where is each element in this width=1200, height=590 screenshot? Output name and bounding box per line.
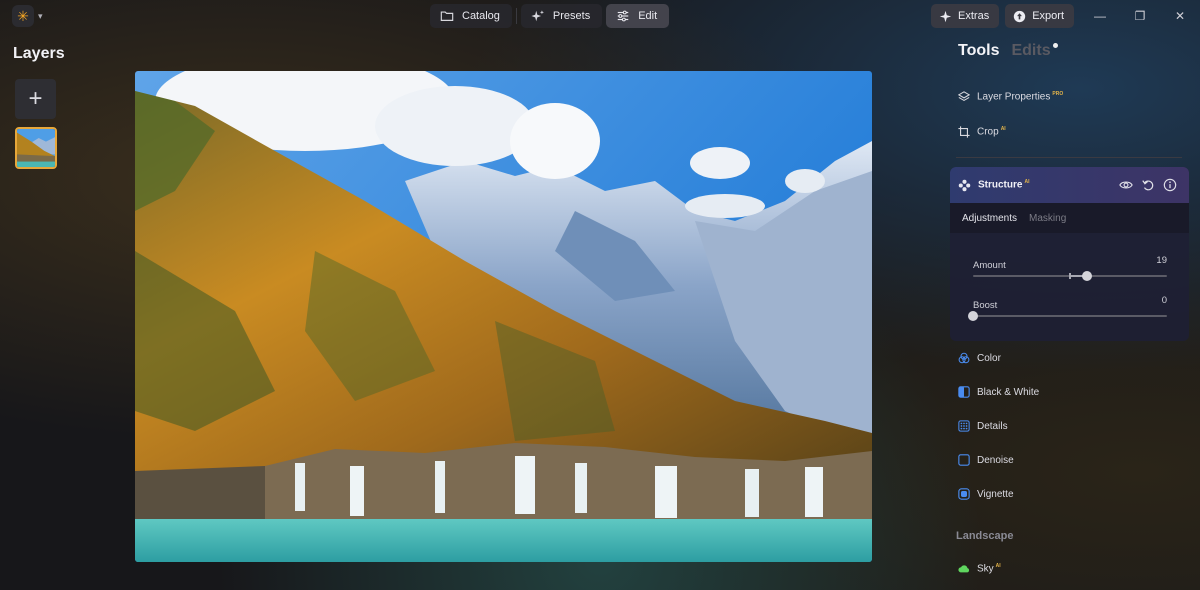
amount-center-tick [1069, 273, 1071, 279]
top-right-actions: Extras Export — ❐ ✕ [931, 4, 1200, 28]
layer-properties-label: Layer Properties [977, 91, 1051, 103]
amount-value[interactable]: 19 [1156, 255, 1167, 266]
presets-label: Presets [552, 10, 591, 22]
grid-dots-icon [958, 420, 970, 432]
sky-label: Sky [977, 563, 994, 575]
mode-nav: Catalog Presets Edit [430, 4, 670, 28]
sliders-icon [617, 10, 629, 22]
visibility-toggle[interactable] [1115, 174, 1137, 196]
black-white-label: Black & White [977, 386, 1040, 398]
pro-badge: PRO [1052, 91, 1064, 98]
folder-icon [440, 11, 454, 21]
landscape-section-title: Landscape [956, 530, 1014, 542]
chevron-down-icon: ▾ [38, 10, 43, 21]
tool-color[interactable]: Color [958, 348, 1001, 368]
vignette-icon [958, 488, 970, 500]
crop-label: Crop [977, 126, 999, 138]
catalog-button[interactable]: Catalog [430, 4, 512, 28]
boost-slider-group: Boost 0 [968, 295, 1167, 321]
landscape-photo [135, 71, 872, 562]
ai-badge: AI [1000, 126, 1006, 133]
details-label: Details [977, 420, 1008, 432]
eye-icon [1119, 181, 1133, 189]
tools-divider [956, 157, 1182, 158]
structure-icon [958, 179, 971, 191]
add-layer-button[interactable]: + [15, 79, 56, 119]
tab-tools[interactable]: Tools [958, 42, 999, 60]
catalog-label: Catalog [462, 10, 500, 22]
info-icon [1163, 178, 1177, 192]
tool-crop[interactable]: Crop AI [958, 122, 1006, 142]
vignette-label: Vignette [977, 488, 1014, 500]
restore-button[interactable]: ❐ [1120, 4, 1160, 28]
upload-icon [1014, 10, 1026, 22]
layers-icon [958, 91, 970, 102]
layer-thumbnail-image [17, 129, 55, 167]
structure-panel: Structure AI Adjustments Masking Amount 1… [950, 167, 1189, 341]
sparkle-icon [939, 10, 952, 22]
tool-denoise[interactable]: Denoise [958, 450, 1014, 470]
structure-subtabs: Adjustments Masking [950, 203, 1189, 233]
tool-sky[interactable]: Sky AI [958, 559, 1001, 579]
square-icon [958, 454, 970, 466]
crop-icon [958, 126, 970, 138]
boost-slider-knob[interactable] [968, 311, 978, 321]
color-label: Color [977, 352, 1001, 364]
structure-title: Structure [978, 179, 1023, 191]
close-button[interactable]: ✕ [1160, 4, 1200, 28]
sun-logo-icon: ✳ [12, 5, 34, 27]
amount-label: Amount [973, 260, 1006, 271]
edit-button[interactable]: Edit [606, 4, 670, 28]
ai-badge: AI [1024, 179, 1030, 186]
subtab-masking[interactable]: Masking [1029, 213, 1066, 224]
undo-icon [1142, 180, 1154, 191]
ai-badge: AI [995, 563, 1001, 570]
layer-thumbnail[interactable] [15, 127, 57, 169]
tool-black-white[interactable]: Black & White [958, 382, 1039, 402]
main-photo-canvas[interactable] [135, 71, 872, 562]
right-panel-tabs: Tools Edits [958, 42, 1058, 60]
tool-layer-properties[interactable]: Layer Properties PRO [958, 87, 1063, 107]
reset-button[interactable] [1137, 174, 1159, 196]
top-bar: ✳ ▾ Catalog Presets Edit Extras Export —… [0, 0, 1200, 32]
minimize-button[interactable]: — [1080, 4, 1120, 28]
boost-value[interactable]: 0 [1162, 295, 1167, 306]
color-circles-icon [958, 352, 970, 364]
half-square-icon [958, 386, 970, 398]
info-button[interactable] [1159, 174, 1181, 196]
presets-button[interactable]: Presets [520, 4, 603, 28]
amount-slider[interactable] [973, 271, 1167, 281]
boost-label: Boost [973, 300, 998, 311]
cloud-icon [958, 565, 970, 573]
amount-slider-group: Amount 19 [973, 255, 1167, 281]
extras-label: Extras [958, 10, 990, 22]
boost-slider[interactable] [968, 311, 1167, 321]
denoise-label: Denoise [977, 454, 1014, 466]
tool-details[interactable]: Details [958, 416, 1008, 436]
amount-slider-knob[interactable] [1082, 271, 1093, 281]
tab-edits[interactable]: Edits [1011, 42, 1058, 60]
export-label: Export [1032, 10, 1064, 22]
tool-vignette[interactable]: Vignette [958, 484, 1014, 504]
sparkles-icon [531, 10, 544, 22]
layers-title: Layers [13, 45, 65, 62]
subtab-adjustments[interactable]: Adjustments [962, 213, 1017, 224]
app-menu-button[interactable]: ✳ ▾ [12, 5, 48, 27]
structure-header[interactable]: Structure AI [950, 167, 1189, 203]
extras-button[interactable]: Extras [931, 4, 1000, 28]
nav-separator [515, 8, 517, 24]
edit-label: Edit [638, 10, 658, 22]
export-button[interactable]: Export [1005, 4, 1074, 28]
